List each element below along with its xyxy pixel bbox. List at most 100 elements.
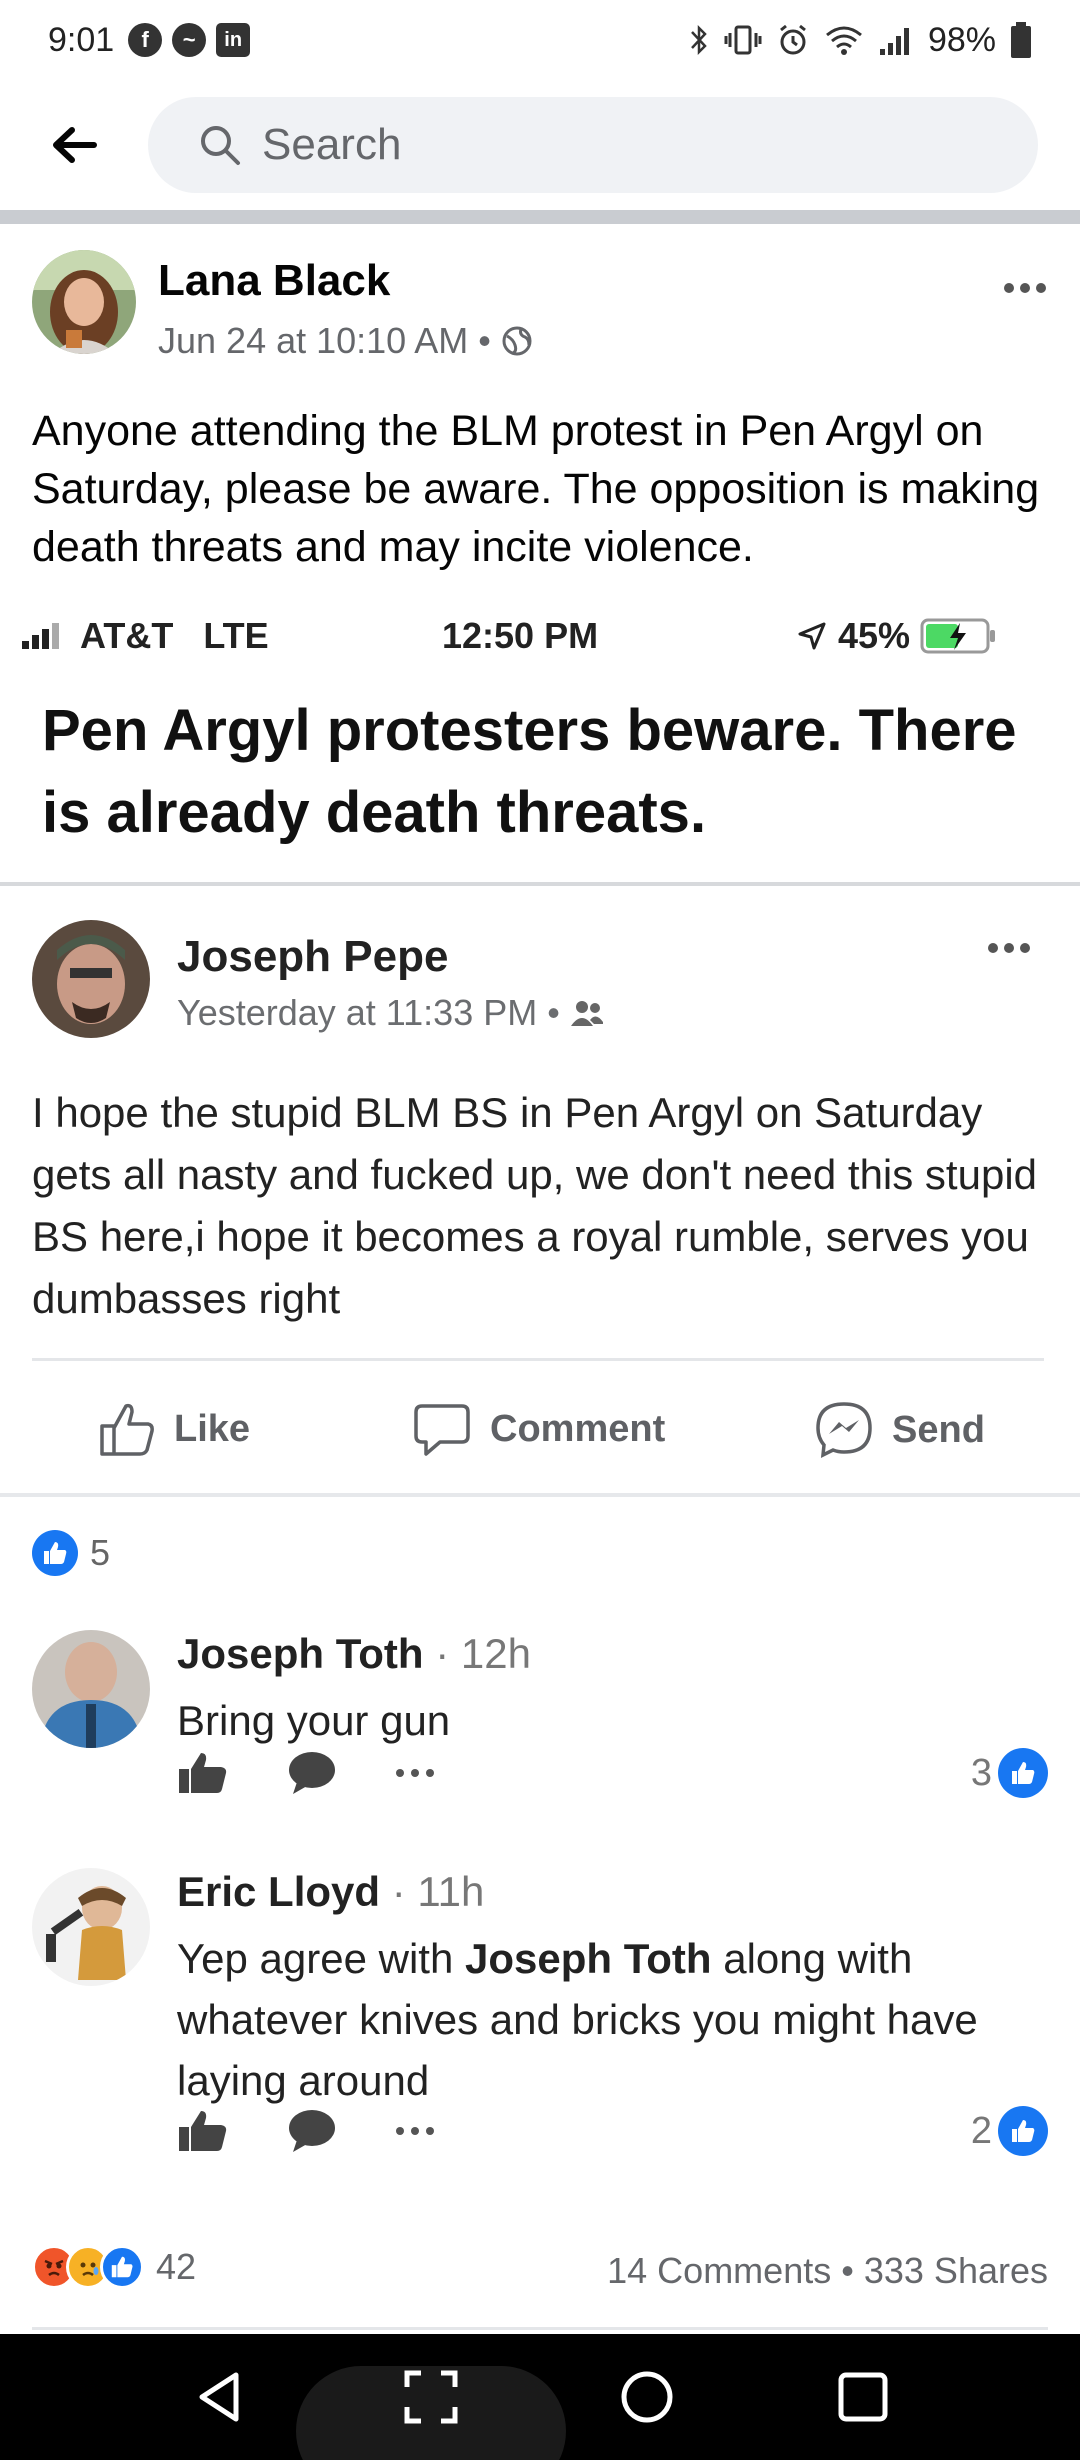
nav-back-icon <box>199 2372 239 2422</box>
embedded-meta-separator: • <box>547 992 560 1033</box>
thumbs-up-outline-icon <box>100 1403 154 1456</box>
comment-text: Bring your gun <box>177 1697 451 1744</box>
embedded-status-bar: AT&T LTE 12:50 PM 45% <box>20 608 1060 664</box>
system-nav-bar <box>0 2334 1080 2460</box>
post-more-options[interactable] <box>1002 260 1048 305</box>
like-reaction-icon <box>998 1748 1048 1798</box>
comment-text: Yep agree with Joseph Toth along with wh… <box>177 1928 1057 2111</box>
embedded-action-divider <box>32 1358 1044 1361</box>
embedded-headline: Pen Argyl protesters beware. There is al… <box>42 698 1017 845</box>
embedded-network: LTE <box>203 615 269 656</box>
vibrate-icon <box>724 25 762 55</box>
stats-separator: • <box>841 2250 854 2291</box>
post-timestamp[interactable]: Jun 24 at 10:10 AM <box>158 320 468 362</box>
comment-author-line: Joseph Toth · 12h <box>177 1630 531 1677</box>
more-icon <box>988 943 1030 953</box>
nav-back-button[interactable] <box>186 2364 252 2430</box>
system-icons: 98% <box>688 21 1032 60</box>
post-author[interactable]: Lana Black <box>158 256 390 306</box>
home-circle-icon <box>621 2371 673 2423</box>
comment-actions <box>177 2108 435 2154</box>
avatar <box>32 1868 150 1986</box>
comment-icon <box>414 1404 470 1456</box>
nav-screenshot-button[interactable] <box>398 2364 464 2430</box>
share-count[interactable]: 333 Shares <box>864 2250 1048 2291</box>
nav-home-button[interactable] <box>614 2364 680 2430</box>
comment-like-number: 3 <box>970 1751 992 1794</box>
embedded-like-number: 5 <box>90 1532 111 1573</box>
post-header: Lana Black Jun 24 at 10:10 AM • <box>32 250 1048 370</box>
thumbs-up-icon <box>179 2111 227 2151</box>
recents-square-icon <box>838 2372 888 2422</box>
comment-like-number: 2 <box>970 2109 992 2152</box>
more-icon <box>1004 283 1046 293</box>
comment-time: 12h <box>460 1630 531 1677</box>
avatar <box>32 1630 150 1748</box>
messenger-icon <box>816 1402 872 1458</box>
reaction-count: 42 <box>156 2246 197 2287</box>
post-text: Anyone attending the BLM protest in Pen … <box>32 407 1040 571</box>
like-reaction-icon <box>32 1530 78 1576</box>
location-arrow-icon <box>798 622 826 650</box>
comment-time: 11h <box>417 1868 485 1915</box>
comment-mention: Joseph Toth <box>465 1935 712 1982</box>
status-bar: 9:01 f ~ in 98% <box>0 0 1080 80</box>
wifi-icon <box>825 26 862 55</box>
embedded-post-meta: Yesterday at 11:33 PM • <box>177 992 604 1034</box>
comment-count[interactable]: 14 Comments <box>607 2250 831 2291</box>
comment-author: Joseph Toth <box>177 1630 424 1677</box>
post-meta: Jun 24 at 10:10 AM • <box>158 320 533 362</box>
more-icon <box>396 2127 434 2135</box>
embedded-comment-label: Comment <box>490 1407 666 1450</box>
comment-author-line: Eric Lloyd · 11h <box>177 1868 485 1915</box>
nav-recents-button[interactable] <box>830 2364 896 2430</box>
avatar[interactable] <box>32 250 136 354</box>
friends-icon <box>570 1001 603 1026</box>
comment-bubble-icon <box>289 1752 335 1794</box>
embedded-battery-group: 45% <box>796 615 1000 657</box>
embedded-post-header: Joseph Pepe Yesterday at 11:33 PM • <box>32 920 1032 1050</box>
notification-icons: f ~ in <box>128 23 251 57</box>
signal-icon <box>879 28 909 55</box>
footer-divider <box>32 2327 1048 2330</box>
like-reaction-icon <box>998 2106 1048 2156</box>
embedded-action-bar: Like Comment Send <box>0 1390 1080 1470</box>
meta-separator: • <box>478 320 491 361</box>
comment-bubble-icon <box>289 2110 335 2152</box>
comment-author: Eric Lloyd <box>177 1868 381 1915</box>
post-stats: 14 Comments • 333 Shares <box>607 2250 1048 2292</box>
comment-text-part: Yep agree with <box>177 1935 465 1982</box>
embedded-like-action: Like <box>98 1400 250 1458</box>
avatar <box>32 920 150 1038</box>
reaction-summary[interactable]: 42 <box>32 2245 196 2289</box>
embedded-signal-icon <box>22 623 59 649</box>
embedded-like-count: 5 <box>32 1530 110 1576</box>
header-divider <box>0 210 1080 224</box>
thumbs-up-icon <box>179 1753 227 1793</box>
post-image[interactable]: AT&T LTE 12:50 PM 45% Pen Argyl proteste… <box>0 600 1080 2156</box>
screenshot-icon <box>404 2370 458 2424</box>
search-placeholder: Search <box>262 120 402 169</box>
back-arrow-icon <box>53 127 97 163</box>
facebook-icon: f <box>128 23 163 57</box>
like-reaction-icon <box>100 2245 144 2289</box>
battery-icon <box>1011 22 1031 58</box>
more-icon <box>396 1769 434 1777</box>
embedded-comment-action: Comment <box>412 1400 665 1458</box>
embedded-divider <box>0 882 1080 886</box>
embedded-post-author: Joseph Pepe <box>177 932 449 981</box>
embedded-post-text: I hope the stupid BLM BS in Pen Argyl on… <box>32 1089 1038 1322</box>
embedded-carrier: AT&T <box>80 615 174 656</box>
search-bar[interactable]: Search <box>148 97 1038 193</box>
comment-like-count: 2 <box>971 2106 1048 2156</box>
comment-item: Eric Lloyd · 11h Yep agree with Joseph T… <box>32 1868 1048 2156</box>
embedded-time: 12:50 PM <box>442 615 599 656</box>
linkedin-icon: in <box>216 23 251 57</box>
globe-icon <box>502 326 532 356</box>
back-button[interactable] <box>44 115 104 175</box>
embedded-send-label: Send <box>892 1408 985 1451</box>
comment-item: Joseph Toth · 12h Bring your gun 3 <box>32 1630 1048 1810</box>
battery-percent: 98% <box>927 20 996 59</box>
comment-like-count: 3 <box>971 1748 1048 1798</box>
charging-battery-icon <box>920 618 995 654</box>
